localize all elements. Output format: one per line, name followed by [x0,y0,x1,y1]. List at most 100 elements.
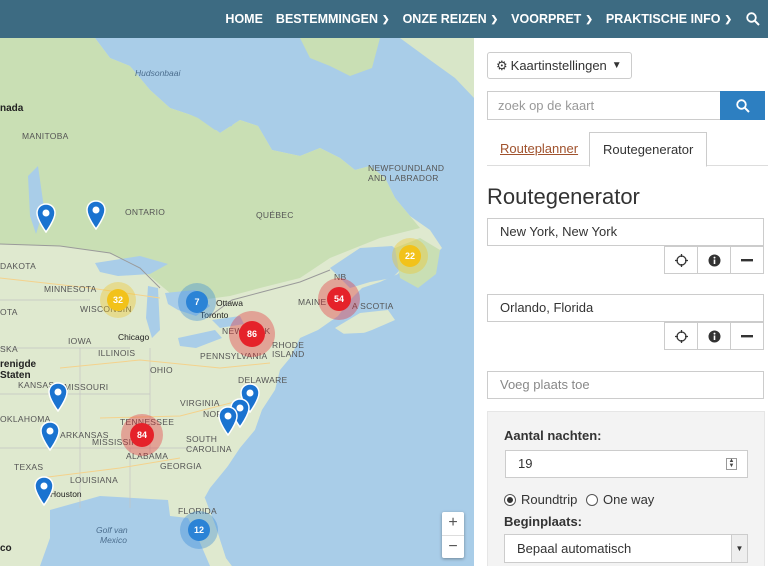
nav-bestemmingen[interactable]: BESTEMMINGEN ❯ [276,12,390,26]
stop-field-2[interactable]: Orlando, Florida [487,294,764,322]
nav-onze-reizen[interactable]: ONZE REIZEN ❯ [403,12,499,26]
page-title: Routegenerator [487,184,640,209]
location-pin-icon[interactable] [34,476,54,506]
nav-home[interactable]: HOME [225,12,263,26]
nights-stepper[interactable]: ▲ ▼ [726,458,737,470]
minus-icon [741,334,753,337]
info-icon [708,330,720,342]
locate-button[interactable] [664,322,698,350]
label-ota: OTA [0,307,18,317]
add-stop-input[interactable]: Voeg plaats toe [487,371,764,399]
map-settings-button[interactable]: ⚙ Kaartinstellingen ▼ [487,52,632,79]
map-search-input[interactable] [487,91,720,120]
location-pin-icon[interactable] [48,382,68,412]
location-pin-icon[interactable] [86,200,106,230]
gear-icon: ⚙ [496,57,508,73]
cluster-count: 84 [130,423,154,447]
nav-praktische-info[interactable]: PRAKTISCHE INFO ❯ [606,12,732,26]
label-south: SOUTH [186,434,218,444]
label-newfoundland: NEWFOUNDLAND [368,163,445,173]
remove-button[interactable] [731,246,764,274]
crosshair-icon [674,329,688,343]
label-co: co [0,543,12,554]
minus-icon [741,258,753,261]
chevron-down-icon: ❯ [724,13,732,24]
label-verenigde: renigde [0,359,37,370]
stop-actions-2 [664,322,764,350]
radio-one-way[interactable]: One way [586,492,654,507]
search-icon [735,98,750,113]
route-panel: ⚙ Kaartinstellingen ▼ Routeplanner Route… [474,38,768,566]
tab-routeplanner[interactable]: Routeplanner [487,132,591,166]
nights-input[interactable]: 19 ▲ ▼ [505,450,748,478]
label-georgia: GEORGIA [160,461,202,471]
search-icon[interactable] [746,12,760,26]
label-island: ISLAND [272,349,305,359]
location-pin-icon[interactable] [218,406,238,436]
cluster-marker[interactable]: 7 [178,283,216,321]
cluster-count: 12 [188,519,210,541]
label-texas: TEXAS [14,462,44,472]
location-pin-icon[interactable] [40,421,60,451]
map-search [487,91,765,120]
label-louisiana: LOUISIANA [70,475,119,485]
map-search-button[interactable] [720,91,765,120]
chevron-down-icon: ❯ [490,13,499,24]
label-chicago: Chicago [118,332,150,342]
locate-button[interactable] [664,246,698,274]
nights-value: 19 [518,456,533,471]
label-dakota: DAKOTA [0,261,37,271]
label-golf-van: Golf van [96,525,128,535]
cluster-count: 86 [239,321,265,347]
label-mexico: Mexico [100,535,127,545]
label-missouri: MISSOURI [64,382,109,392]
route-options: Aantal nachten: 19 ▲ ▼ Roundtrip One way … [487,411,765,566]
cluster-marker[interactable]: 54 [318,278,360,320]
label-iowa: IOWA [68,336,92,346]
info-button[interactable] [698,322,731,350]
nav-voorpret[interactable]: VOORPRET ❯ [511,12,593,26]
map[interactable]: Hudsonbaai nada MANITOBA ONTARIO QUÉBEC … [0,38,474,566]
nav-praktische-info-label: PRAKTISCHE INFO [605,12,721,26]
label-and-labrador: AND LABRADOR [368,173,439,183]
label-ottawa: Ottawa [216,298,243,308]
cluster-count: 22 [399,245,421,267]
cluster-marker[interactable]: 86 [229,311,275,357]
label-ontario: ONTARIO [125,207,166,217]
label-houston: Houston [50,489,82,499]
nav-home-label: HOME [225,12,263,26]
tab-bar: Routeplanner Routegenerator [487,132,768,167]
zoom-control: + − [442,512,464,558]
label-nebraska: SKA [0,344,18,354]
chevron-down-icon: ❯ [585,13,593,24]
crosshair-icon [674,253,688,267]
label-canada: nada [0,103,24,114]
remove-button[interactable] [731,322,764,350]
nav-onze-reizen-label: ONZE REIZEN [402,12,487,26]
info-button[interactable] [698,246,731,274]
stop-field-1[interactable]: New York, New York [487,218,764,246]
chevron-down-icon: ▼ [731,535,747,562]
zoom-out-button[interactable]: − [442,535,464,558]
tab-routegenerator[interactable]: Routegenerator [589,132,708,167]
label-minnesota: MINNESOTA [44,284,97,294]
cluster-count: 7 [186,291,208,313]
cluster-count: 54 [327,287,351,311]
cluster-marker[interactable]: 32 [100,282,136,318]
location-pin-icon[interactable] [36,203,56,233]
cluster-marker[interactable]: 22 [392,238,428,274]
cluster-count: 32 [107,289,129,311]
cluster-marker[interactable]: 84 [121,414,163,456]
map-settings-label: Kaartinstellingen [510,58,607,73]
label-quebec: QUÉBEC [256,210,294,220]
label-illinois: ILLINOIS [98,348,136,358]
start-select[interactable]: Bepaal automatisch ▼ [504,534,748,563]
chevron-down-icon: ❯ [382,13,390,24]
nights-label: Aantal nachten: [504,428,602,443]
label-carolina: CAROLINA [186,444,232,454]
zoom-in-button[interactable]: + [442,512,464,535]
nav-bestemmingen-label: BESTEMMINGEN [275,12,379,26]
cluster-marker[interactable]: 12 [180,511,218,549]
info-icon [708,254,720,266]
radio-roundtrip[interactable]: Roundtrip [504,492,577,507]
